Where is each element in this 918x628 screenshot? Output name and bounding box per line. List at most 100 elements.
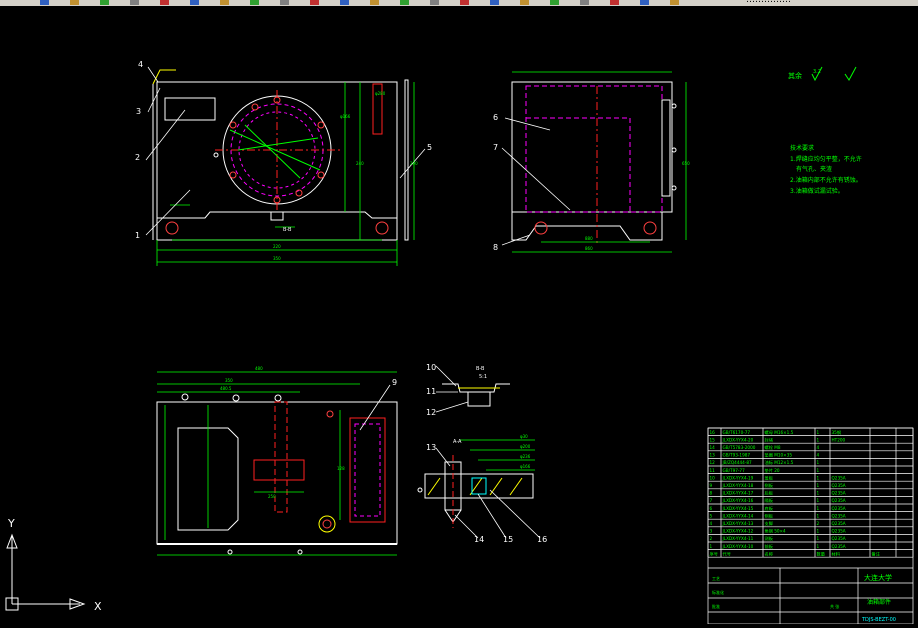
parts-list-cell: Q235A [832, 536, 846, 541]
parts-list-cell: JLXDX-YYX4-20 [722, 437, 754, 442]
top-outline [156, 401, 398, 545]
side-bolt [671, 103, 677, 109]
cad-drawing[interactable]: 1 2 3 4 5 6 7 8 9 10 11 12 13 14 15 16 B… [0, 6, 918, 625]
ucs-y-label: Y [7, 517, 15, 530]
parts-list-cell: 1 [817, 529, 820, 534]
front-small-hole [213, 152, 219, 158]
dim-text: 880 [585, 236, 593, 241]
design-center-icon[interactable] [520, 0, 529, 5]
match-properties-icon[interactable] [280, 0, 289, 5]
print-icon[interactable] [130, 0, 139, 5]
parts-list-cell: 1 [817, 483, 820, 488]
school-name: 大连大学 [864, 573, 892, 582]
calculator-icon[interactable] [640, 0, 649, 5]
dim-text: 650 [682, 161, 690, 166]
dim-text: 128 [337, 466, 345, 471]
parts-list-cell: 14 [710, 445, 716, 450]
parts-list-cell: 盖板 [765, 474, 774, 481]
ucs-icon [5, 533, 86, 611]
parts-list-cell: Q235A [832, 513, 846, 518]
top-hole [326, 410, 334, 418]
tech-notes: 技术要求 1.焊缝应均匀平整，不允许 有气孔、夹渣 2.油箱内部不允许有锈蚀。 … [790, 144, 862, 195]
parts-list-cell: Q235A [832, 521, 846, 526]
callout-leaders [145, 66, 571, 539]
parts-list-cell: JLXDX-YYX4-12 [722, 529, 754, 534]
parts-list-cell: 后板 [765, 490, 774, 497]
leader-line [237, 137, 319, 151]
top-oil-gauge [318, 515, 336, 533]
save-icon[interactable] [100, 0, 109, 5]
tool-palettes-icon[interactable] [550, 0, 559, 5]
parts-list-cell: 3 [710, 529, 713, 534]
parts-list-cell: 垫圈 M10×35 [765, 452, 793, 459]
dim-text: φ200 [520, 444, 531, 449]
callout-leader-10 [435, 365, 457, 387]
dim-text: 240 [356, 161, 364, 166]
copy-icon[interactable] [220, 0, 229, 5]
redo-icon[interactable] [340, 0, 349, 5]
parts-list-cell: JLXDX-YYX4-11 [722, 536, 754, 541]
side-foot-hole-left [534, 221, 548, 235]
sheet-set-icon[interactable] [580, 0, 589, 5]
parts-list-cell: 9 [710, 483, 713, 488]
parts-list-cell: 1 [817, 536, 820, 541]
open-file-icon[interactable] [70, 0, 79, 5]
markup-icon[interactable] [610, 0, 619, 5]
dim-text: 220 [273, 244, 281, 249]
undo-icon[interactable] [310, 0, 319, 5]
parts-list-cell: 油标 M12×1.5 [765, 459, 794, 466]
flange-bolt-hole [317, 121, 325, 129]
parts-list-cell: 支脚 [765, 520, 773, 527]
top-hole [417, 487, 423, 493]
front-dimensions [156, 82, 415, 266]
pan-icon[interactable] [370, 0, 379, 5]
detail-aa [424, 455, 534, 528]
side-hidden-tank [525, 85, 663, 213]
parts-list-cell: 隔板 [765, 497, 774, 504]
new-file-icon[interactable] [40, 0, 49, 5]
parts-list-cell: 1 [817, 460, 820, 465]
cut-icon[interactable] [190, 0, 199, 5]
help-icon[interactable] [670, 0, 679, 5]
parts-list-cell: 1 [817, 498, 820, 503]
callout-numbers: 1 2 3 4 5 6 7 8 9 10 11 12 13 14 15 16 [135, 60, 547, 544]
paste-icon[interactable] [250, 0, 259, 5]
callout-12: 12 [426, 408, 436, 417]
dim-text: φ30 [520, 434, 528, 439]
drawing-canvas[interactable]: 1 2 3 4 5 6 7 8 9 10 11 12 13 14 15 16 B… [0, 6, 918, 625]
parts-list-cell: 4 [710, 521, 713, 526]
drawing-code: TDJS-BEZT-00 [861, 617, 896, 623]
zoom-window-icon[interactable] [430, 0, 439, 5]
parts-list-cell: 侧板 [765, 512, 774, 519]
parts-list-cell: 6 [710, 506, 713, 511]
front-foot-hole-right [375, 221, 389, 235]
parts-list-cell: JB/ZQ4444-87 [722, 460, 753, 465]
dim-text: φ236 [520, 454, 531, 459]
parts-list-cell: 35钢 [832, 429, 842, 436]
properties-icon[interactable] [490, 0, 499, 5]
front-view [152, 69, 409, 241]
preview-icon[interactable] [160, 0, 169, 5]
zoom-realtime-icon[interactable] [400, 0, 409, 5]
parts-list-cell: 5 [710, 513, 713, 518]
tech-note-line: 2.油箱内部不允许有锈蚀。 [790, 176, 862, 184]
zoom-previous-icon[interactable] [460, 0, 469, 5]
parts-list-cell: 1 [817, 513, 820, 518]
parts-list-cell: 1 [817, 437, 820, 442]
parts-list-cell: GB/T5783-2000 [723, 445, 756, 450]
parts-list-header-cell: 代号 [723, 550, 731, 557]
tech-notes-title: 技术要求 [790, 144, 814, 152]
tech-note-line: 1.焊缝应均匀平整，不允许 [790, 155, 862, 163]
side-view [511, 81, 677, 244]
parts-list-cell: 测板 [765, 535, 774, 542]
parts-list-cell: 前板 [765, 543, 774, 550]
parts-list-cell: JLXDX-YYX4-16 [722, 498, 754, 503]
dim-text: φ166 [520, 464, 531, 469]
roughness-label: 其余 [788, 71, 802, 80]
callout-10: 10 [426, 363, 436, 372]
callout-leader-12 [435, 401, 469, 413]
callout-8: 8 [493, 243, 498, 252]
parts-list-header-cell: 备注 [872, 550, 881, 557]
parts-list-cell: GB/T97-77 [723, 468, 746, 473]
tb-label: 共 张 [830, 603, 839, 609]
